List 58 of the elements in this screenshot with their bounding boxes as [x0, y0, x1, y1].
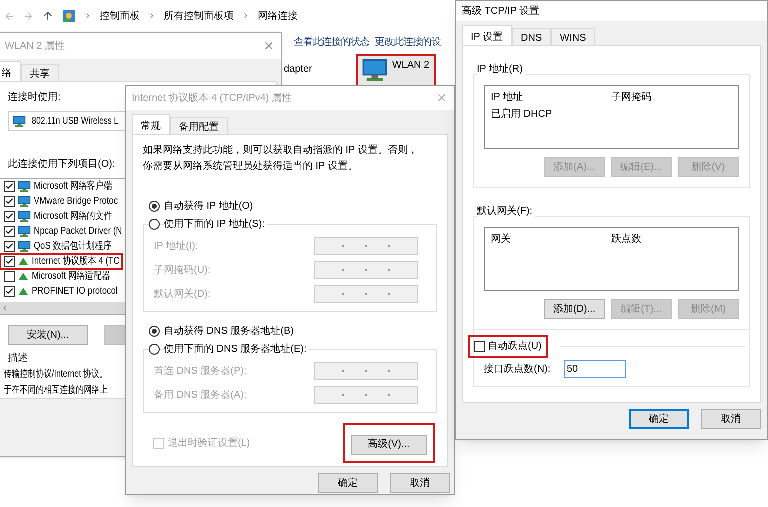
checkbox-label: 退出时验证设置(L) — [168, 436, 250, 450]
radio-label: 自动获得 IP 地址(O) — [164, 200, 254, 214]
list-item[interactable]: Microsoft 网络的文件 — [1, 210, 119, 223]
field-label: 首选 DNS 服务器(P): — [154, 364, 248, 378]
dialog-button[interactable]: 取消 — [390, 473, 450, 493]
dialog-button[interactable]: 安装(N)... — [8, 325, 88, 345]
field-label: 接口跃点数(N): — [484, 362, 552, 376]
list-item[interactable]: Microsoft 网络客户端 — [1, 180, 119, 193]
breadcrumb-item[interactable]: 网络连接 — [258, 8, 298, 24]
field-label: 默认网关(D): — [154, 288, 212, 302]
dialog-button[interactable]: 确定 — [318, 473, 378, 493]
toolbar-command[interactable]: 更改此连接的设 — [375, 34, 442, 50]
window-title: 高级 TCP/IP 设置 — [462, 4, 540, 18]
description-text: 于在不同的相互连接的网络上 — [4, 384, 108, 398]
description-text: 传输控制协议/Internet 协议。 — [4, 368, 108, 382]
breadcrumb-item[interactable]: 所有控制面板项 — [164, 8, 234, 24]
list-item[interactable]: QoS 数据包计划程序 — [1, 240, 119, 253]
list-item[interactable]: Internet 协议版本 4 (TC — [1, 255, 119, 268]
tab[interactable]: DNS — [512, 28, 552, 46]
column-header: 跃点数 — [612, 232, 642, 247]
adapter-name: dapter — [284, 63, 312, 77]
field-label: 备用 DNS 服务器(A): — [154, 388, 248, 402]
group-label: 描述 — [8, 352, 28, 366]
metric-input[interactable]: 50 — [564, 360, 626, 378]
table-cell-text: 已启用 DHCP — [491, 108, 554, 122]
toolbar-command[interactable]: 查看此连接的状态 — [294, 34, 370, 50]
field-label: 子网掩码(U): — [154, 264, 212, 278]
list-item[interactable]: PROFINET IO protocol — [1, 285, 119, 298]
breadcrumb-item[interactable]: 控制面板 — [100, 8, 140, 24]
tab[interactable]: IP 设置 — [462, 25, 512, 46]
dialog-button[interactable]: 高级(V)... — [351, 434, 427, 454]
radio-label: 使用下面的 DNS 服务器地址(E): — [164, 342, 309, 356]
list-item[interactable]: Microsoft 网络适配器 — [1, 270, 119, 283]
window-title: WLAN 2 属性 — [5, 40, 66, 54]
window-title: Internet 协议版本 4 (TCP/IPv4) 属性 — [132, 92, 292, 106]
group-label: 默认网关(F): — [477, 206, 535, 217]
column-header: IP 地址 — [491, 90, 524, 105]
field-label: IP 地址(I): — [154, 240, 200, 254]
group-label: IP 地址(R) — [477, 64, 525, 75]
tab[interactable]: 常规 — [132, 114, 170, 135]
column-header: 子网掩码 — [612, 91, 652, 105]
tab[interactable]: 共享 — [21, 64, 59, 82]
checkbox-label: 自动跃点(U) — [488, 340, 542, 354]
dialog-button[interactable]: 添加(D)... — [544, 299, 605, 319]
section-label: 此连接使用下列项目(O): — [8, 158, 116, 172]
list-item[interactable]: Npcap Packet Driver (N — [1, 225, 119, 238]
list-item[interactable]: VMware Bridge Protoc — [1, 195, 119, 208]
dialog-button[interactable]: 取消 — [701, 409, 761, 429]
section-label: 连接时使用: — [8, 90, 61, 105]
radio-label: 使用下面的 IP 地址(S): — [164, 216, 267, 232]
connection-item[interactable]: WLAN 2 — [358, 56, 434, 86]
tab[interactable]: 备用配置 — [170, 117, 228, 135]
dialog-button[interactable]: 确定 — [629, 409, 689, 429]
column-header: 网关 — [491, 232, 512, 247]
tab[interactable]: WINS — [551, 28, 596, 46]
radio-label: 自动获得 DNS 服务器地址(B) — [164, 324, 294, 338]
tab[interactable]: 络 — [0, 61, 21, 82]
intro-text: 如果网络支持此功能，则可以获取自动指派的 IP 设置。否则，你需要从网络系统管理员处获得适当的 IP 设置。 — [143, 144, 419, 174]
